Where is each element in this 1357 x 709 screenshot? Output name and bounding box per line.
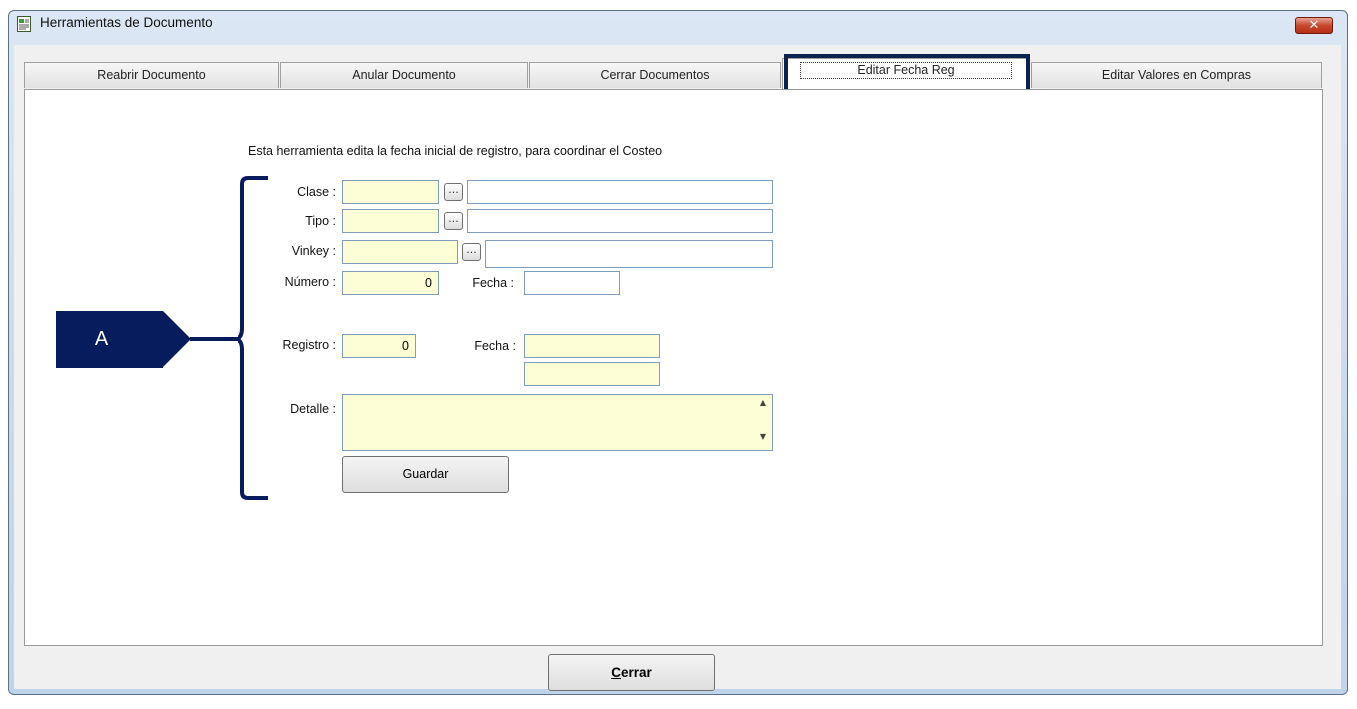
tab-editar-valores-compras[interactable]: Editar Valores en Compras xyxy=(1031,62,1322,88)
scroll-down-icon[interactable]: ▼ xyxy=(756,432,770,441)
tool-description: Esta herramienta edita la fecha inicial … xyxy=(248,144,663,158)
tab-anular-documento[interactable]: Anular Documento xyxy=(280,62,528,88)
vinkey-description-input[interactable] xyxy=(485,240,773,268)
annotation-brace-icon xyxy=(238,176,268,500)
cerrar-button[interactable]: Cerrar xyxy=(548,654,715,691)
clase-lookup-button[interactable]: ... xyxy=(444,183,463,201)
cerrar-mnemonic: C xyxy=(611,665,621,680)
clase-code-input[interactable] xyxy=(342,180,439,204)
tab-reabrir-documento[interactable]: Reabrir Documento xyxy=(24,62,279,88)
ellipsis-icon: ... xyxy=(448,212,459,225)
tab-cerrar-documentos[interactable]: Cerrar Documentos xyxy=(529,62,781,88)
vinkey-code-input[interactable] xyxy=(342,240,458,264)
ellipsis-icon: ... xyxy=(466,243,477,256)
close-icon: ✕ xyxy=(1308,18,1320,33)
detalle-textarea[interactable] xyxy=(342,394,773,451)
cerrar-label-rest: errar xyxy=(620,665,652,680)
scroll-up-icon[interactable]: ▲ xyxy=(756,398,770,407)
fecha-registro-input[interactable] xyxy=(524,334,660,358)
fecha-registro-secondary-input[interactable] xyxy=(524,362,660,386)
ellipsis-icon: ... xyxy=(448,183,459,196)
registro-input[interactable]: 0 xyxy=(342,334,416,358)
fecha-label: Fecha : xyxy=(472,276,514,290)
annotation-a-label: A xyxy=(56,311,163,368)
annotation-arrow-icon xyxy=(163,311,191,367)
clase-description-input[interactable] xyxy=(467,180,773,204)
annotation-connector xyxy=(190,337,240,341)
vinkey-lookup-button[interactable]: ... xyxy=(462,243,481,261)
guardar-button[interactable]: Guardar xyxy=(342,456,509,493)
document-tools-icon xyxy=(17,16,31,32)
tipo-description-input[interactable] xyxy=(467,209,773,233)
numero-input[interactable]: 0 xyxy=(342,271,439,295)
fecha2-label: Fecha : xyxy=(474,339,516,353)
tipo-lookup-button[interactable]: ... xyxy=(444,212,463,230)
tab-panel xyxy=(24,89,1323,646)
tipo-code-input[interactable] xyxy=(342,209,439,233)
fecha-input[interactable] xyxy=(524,271,620,295)
close-window-button[interactable]: ✕ xyxy=(1295,17,1333,34)
window-title: Herramientas de Documento xyxy=(40,15,213,30)
